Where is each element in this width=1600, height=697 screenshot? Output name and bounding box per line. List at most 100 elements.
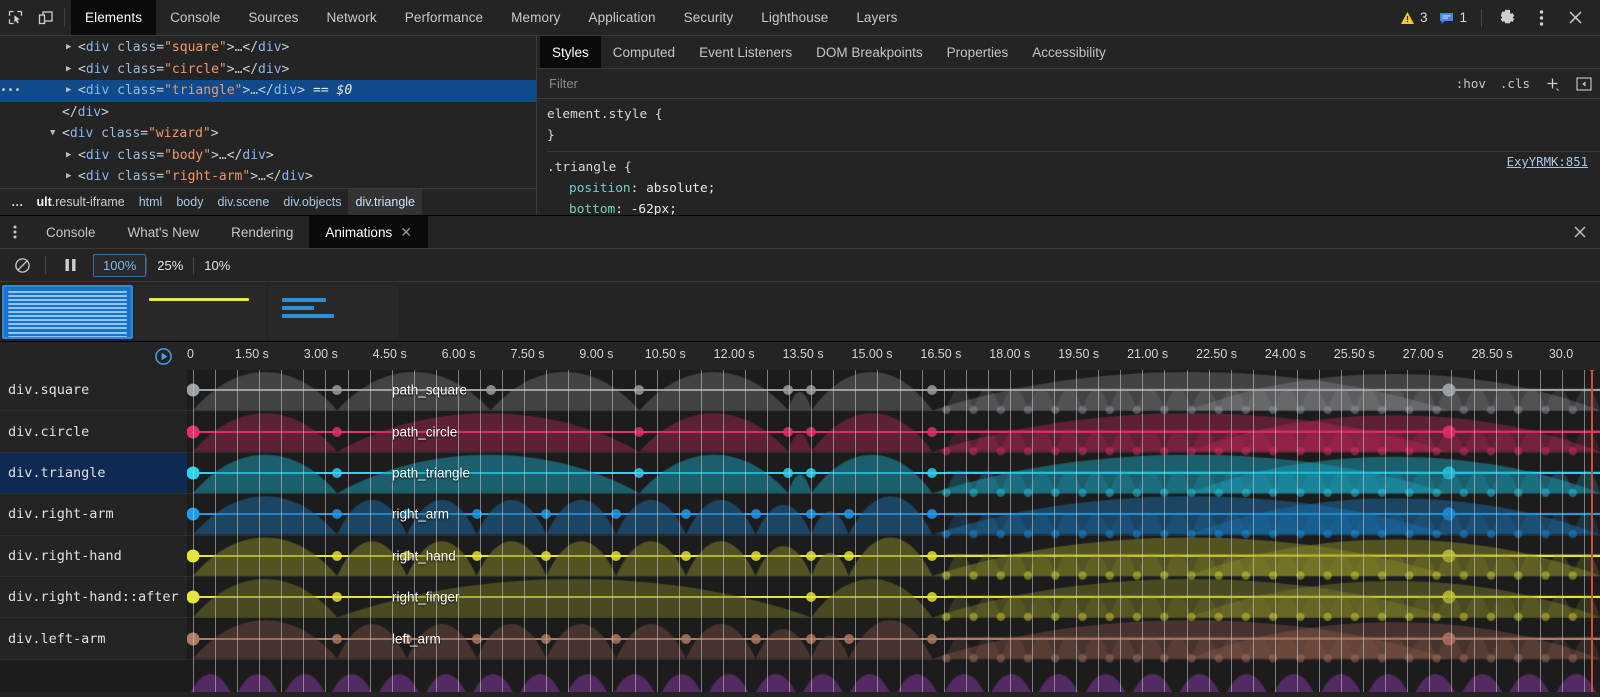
styles-filter-input[interactable] (549, 76, 1449, 91)
chevron-down-icon[interactable]: ▼ (50, 123, 62, 145)
panel-tab-security[interactable]: Security (670, 0, 748, 35)
css-selector[interactable]: .triangle { (547, 157, 1600, 178)
breadcrumb-item[interactable]: ult.result-iframe (30, 189, 132, 216)
animation-row-selector[interactable]: div.circle (0, 411, 187, 452)
css-rules-list[interactable]: element.style {} .triangle {ExyYRMK:851 po… (537, 99, 1600, 215)
dom-tree[interactable]: ▶<div class="square">…</div>▶<div class=… (0, 36, 536, 188)
animation-row-selector[interactable]: div.right-hand (0, 536, 187, 577)
preview-track-line (8, 332, 127, 334)
breadcrumb-item[interactable]: … (6, 189, 30, 216)
css-rule[interactable]: element.style {} (547, 104, 1600, 146)
animation-group-previews (0, 282, 1600, 342)
plus-icon[interactable] (1537, 76, 1568, 91)
drawer-tab-console[interactable]: Console (30, 216, 112, 248)
animation-name-label: left_arm (392, 631, 441, 646)
panel-collapse-icon[interactable] (1568, 76, 1600, 92)
timeline-body[interactable]: div.squarepath_squarediv.circlepath_circ… (0, 370, 1600, 692)
dom-node-row[interactable]: ▶<div class="triangle">…</div>== $0••• (0, 80, 536, 102)
panel-tab-application[interactable]: Application (575, 0, 670, 35)
styles-tab-event-listeners[interactable]: Event Listeners (687, 36, 804, 68)
animation-group-preview[interactable] (2, 285, 133, 339)
dom-node-row[interactable]: ▶<div class="circle">…</div> (0, 59, 536, 81)
hov-toggle[interactable]: :hov (1449, 76, 1493, 91)
dom-node-markup: <div class="square">…</div> (78, 37, 289, 59)
dom-node-row[interactable]: </div> (0, 102, 536, 124)
css-rule[interactable]: .triangle {ExyYRMK:851 position: absolute… (547, 151, 1600, 215)
drawer-tab-animations[interactable]: Animations✕ (309, 216, 428, 248)
css-selector[interactable]: element.style { (547, 104, 1600, 125)
node-badge-dots[interactable]: ••• (0, 80, 22, 102)
drawer-close-icon[interactable] (1560, 216, 1600, 248)
panel-tab-layers[interactable]: Layers (842, 0, 911, 35)
drawer-menu-icon[interactable] (0, 216, 30, 248)
panel-tab-elements[interactable]: Elements (71, 0, 156, 35)
dom-node-row[interactable]: ▶<div class="right-arm">…</div> (0, 166, 536, 188)
styles-tab-computed[interactable]: Computed (601, 36, 687, 68)
timeline-scrubber[interactable] (1591, 370, 1593, 692)
timeline-tick-label: 9.00 s (579, 347, 613, 361)
chevron-right-icon[interactable]: ▶ (66, 145, 78, 167)
dom-node-row[interactable]: ▶<div class="body">…</div> (0, 145, 536, 167)
css-declaration[interactable]: bottom: -62px; (547, 199, 1600, 215)
animation-row-selector[interactable]: div.right-arm (0, 494, 187, 535)
speed-button-100[interactable]: 100% (93, 254, 146, 277)
animation-row-selector[interactable]: div.right-hand::after (0, 577, 187, 618)
panel-tab-memory[interactable]: Memory (497, 0, 574, 35)
warnings-indicator[interactable]: 3 (1394, 10, 1434, 25)
inspect-element-icon[interactable] (0, 0, 30, 35)
chevron-right-icon[interactable]: ▶ (66, 37, 78, 59)
elements-panel: ▶<div class="square">…</div>▶<div class=… (0, 36, 1600, 215)
toolbar-divider-2 (1481, 9, 1482, 27)
drawer-tab-rendering[interactable]: Rendering (215, 216, 309, 248)
animation-row-selector[interactable]: div.triangle (0, 453, 187, 494)
panel-tab-network[interactable]: Network (313, 0, 391, 35)
styles-tab-accessibility[interactable]: Accessibility (1020, 36, 1118, 68)
device-toolbar-icon[interactable] (30, 0, 60, 35)
cls-toggle[interactable]: .cls (1493, 76, 1537, 91)
css-property-name[interactable]: bottom (547, 202, 615, 215)
panel-tab-performance[interactable]: Performance (391, 0, 497, 35)
chevron-right-icon[interactable]: ▶ (66, 80, 78, 102)
preview-divider (265, 287, 266, 337)
styles-tab-dom-breakpoints[interactable]: DOM Breakpoints (804, 36, 935, 68)
chevron-right-icon[interactable]: ▶ (66, 59, 78, 81)
speed-button-25[interactable]: 25% (147, 254, 193, 277)
dom-node-row[interactable]: ▼<div class="wizard"> (0, 123, 536, 145)
breadcrumb-item[interactable]: div.objects (276, 189, 348, 216)
breadcrumb-item[interactable]: div.triangle (348, 189, 422, 216)
toolbar-divider (64, 8, 65, 27)
panel-tab-console[interactable]: Console (156, 0, 234, 35)
pause-icon[interactable] (55, 251, 85, 279)
styles-tab-styles[interactable]: Styles (540, 36, 601, 68)
panel-tab-lighthouse[interactable]: Lighthouse (747, 0, 842, 35)
tab-close-icon[interactable]: ✕ (400, 224, 412, 241)
timeline-tick-label: 12.00 s (714, 347, 755, 361)
animation-group-preview[interactable] (268, 285, 399, 339)
messages-indicator[interactable]: 1 (1433, 10, 1473, 25)
kebab-menu-icon[interactable] (1524, 0, 1558, 36)
chevron-right-icon[interactable]: ▶ (66, 166, 78, 188)
panel-tab-sources[interactable]: Sources (234, 0, 312, 35)
speed-button-10[interactable]: 10% (194, 254, 240, 277)
css-property-name[interactable]: position (547, 181, 631, 196)
css-property-value[interactable]: absolute; (646, 181, 715, 196)
clear-all-icon[interactable] (8, 251, 36, 279)
animation-row-selector[interactable]: div.left-arm (0, 618, 187, 659)
css-source-link[interactable]: ExyYRMK:851 (1507, 152, 1588, 173)
animation-row-selector[interactable]: div.square (0, 370, 187, 411)
close-icon[interactable] (1558, 0, 1592, 36)
drawer-tab-what-s-new[interactable]: What's New (112, 216, 216, 248)
css-property-value[interactable]: -62px; (631, 202, 677, 215)
animation-group-preview[interactable] (135, 285, 266, 339)
timeline-tick-label: 10.50 s (645, 347, 686, 361)
breadcrumb-item[interactable]: html (132, 189, 170, 216)
playback-speed-group: 100%25%10% (93, 254, 240, 277)
styles-tab-properties[interactable]: Properties (935, 36, 1021, 68)
replay-icon[interactable] (154, 347, 173, 366)
breadcrumb-item[interactable]: div.scene (210, 189, 276, 216)
dom-node-row[interactable]: ▶<div class="square">…</div> (0, 37, 536, 59)
gear-icon[interactable] (1490, 0, 1524, 36)
css-declaration[interactable]: position: absolute; (547, 178, 1600, 199)
timeline-tick-label: 21.00 s (1127, 347, 1168, 361)
breadcrumb-item[interactable]: body (169, 189, 210, 216)
